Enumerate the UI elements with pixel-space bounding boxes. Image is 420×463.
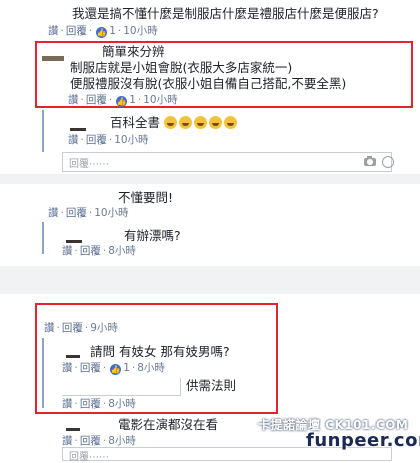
comment-7-like-count[interactable]: 1 <box>123 362 130 374</box>
avatar[interactable] <box>66 428 80 431</box>
comment-3-like-link[interactable]: 讚 <box>68 134 79 146</box>
comment-1-timestamp[interactable]: 10小時 <box>123 25 157 37</box>
comment-6-timestamp[interactable]: 9小時 <box>90 322 118 334</box>
comment-1-like-count[interactable]: 1 <box>109 25 116 37</box>
grin-emoji-icon <box>209 116 222 129</box>
grin-emoji-row <box>164 115 239 130</box>
comment-9-meta: 讚 · 回覆 · 8小時 <box>62 435 136 447</box>
reply-thread-line <box>42 110 44 152</box>
comment-8-text: 供需法則 <box>186 378 237 393</box>
comment-4-reply-link[interactable]: 回覆 <box>66 207 87 219</box>
separator-band <box>0 174 420 184</box>
comment-1-reply-link[interactable]: 回覆 <box>66 25 87 37</box>
comment-2-timestamp[interactable]: 10小時 <box>143 94 177 106</box>
reply-thread-line <box>42 338 44 408</box>
comment-2-header: 簡單來分辨 <box>102 44 165 59</box>
comment-9-timestamp[interactable]: 8小時 <box>108 435 136 447</box>
comment-3-reply-link[interactable]: 回覆 <box>86 134 107 146</box>
comment-4-meta: 讚 · 回覆 · 10小時 <box>48 207 129 219</box>
comment-6-like-link[interactable]: 讚 <box>44 322 55 334</box>
grin-emoji-icon <box>179 116 192 129</box>
comment-9-text: 電影在演都沒在看 <box>118 417 219 432</box>
comment-7-reply-link[interactable]: 回覆 <box>80 362 101 374</box>
emoji-picker-icon[interactable] <box>382 156 394 168</box>
reply-input[interactable]: 回覆⋯⋯ <box>62 152 392 172</box>
avatar[interactable] <box>70 128 86 131</box>
camera-icon[interactable] <box>364 156 376 166</box>
comment-3-text-row: 百科全書 <box>110 115 239 131</box>
thumbs-up-icon: 👍 <box>96 27 108 38</box>
comment-4-text: 不懂要問! <box>118 190 174 205</box>
comment-2-line-2: 便服禮服沒有脫(衣服小姐自備自己搭配,不要全黑) <box>70 76 347 91</box>
grin-emoji-icon <box>164 116 177 129</box>
comment-6-meta: 讚 · 回覆 · 9小時 <box>44 322 118 334</box>
comment-3-timestamp[interactable]: 10小時 <box>114 134 148 146</box>
thumbs-up-icon: 👍 <box>110 364 122 375</box>
comment-5-timestamp[interactable]: 8小時 <box>108 245 136 257</box>
comment-5-reply-link[interactable]: 回覆 <box>80 245 101 257</box>
comment-6-reply-link[interactable]: 回覆 <box>62 322 83 334</box>
comment-5-text: 有辦漂嗎? <box>124 228 181 243</box>
comment-1-like-link[interactable]: 讚 <box>48 25 59 37</box>
comment-1-meta: 讚 · 回覆 · 👍 1 · 10小時 <box>48 25 158 38</box>
comment-2-line-1: 制服店就是小姐會脫(衣服大多店家統一) <box>70 60 293 75</box>
comment-8-meta: 讚 · 回覆 · 8小時 <box>62 398 136 410</box>
watermark-funpeer: funpeer.com <box>306 430 420 451</box>
comment-2-like-count[interactable]: 1 <box>129 94 136 106</box>
comment-3-text: 百科全書 <box>110 115 161 130</box>
avatar[interactable] <box>66 355 80 358</box>
comment-8-timestamp[interactable]: 8小時 <box>108 398 136 410</box>
comment-5-meta: 讚 · 回覆 · 8小時 <box>62 245 136 257</box>
reply-input-placeholder: 回覆⋯⋯ <box>69 452 109 463</box>
grin-emoji-icon <box>194 116 207 129</box>
comment-3-meta: 讚 · 回覆 · 10小時 <box>68 134 149 146</box>
comment-4-like-link[interactable]: 讚 <box>48 207 59 219</box>
comment-9-reply-link[interactable]: 回覆 <box>80 435 101 447</box>
comment-8-like-link[interactable]: 讚 <box>62 398 73 410</box>
avatar[interactable] <box>42 56 64 61</box>
comment-2-reply-link[interactable]: 回覆 <box>86 94 107 106</box>
comment-4-timestamp[interactable]: 10小時 <box>94 207 128 219</box>
thumbs-up-icon: 👍 <box>116 96 128 107</box>
separator-band <box>0 266 420 294</box>
comment-5-like-link[interactable]: 讚 <box>62 245 73 257</box>
comment-7-timestamp[interactable]: 8小時 <box>137 362 165 374</box>
avatar[interactable] <box>66 240 82 243</box>
comment-2-meta: 讚 · 回覆 · 👍 1 · 10小時 <box>68 94 178 107</box>
comment-7-meta: 讚 · 回覆 · 👍 1 · 8小時 <box>62 362 165 375</box>
comment-1-text: 我還是搞不懂什麼是制服店什麼是禮服店什麼是便服店? <box>72 6 379 21</box>
comment-9-like-link[interactable]: 讚 <box>62 435 73 447</box>
reply-thread-line <box>42 222 44 254</box>
comment-8-bubble <box>62 378 181 396</box>
comment-2-like-link[interactable]: 讚 <box>68 94 79 106</box>
comment-8-reply-link[interactable]: 回覆 <box>80 398 101 410</box>
reply-input-placeholder: 回覆⋯⋯ <box>69 159 109 170</box>
comment-7-text: 請問 有妓女 那有妓男嗎? <box>90 344 230 359</box>
comment-7-like-link[interactable]: 讚 <box>62 362 73 374</box>
grin-emoji-icon <box>224 116 237 129</box>
